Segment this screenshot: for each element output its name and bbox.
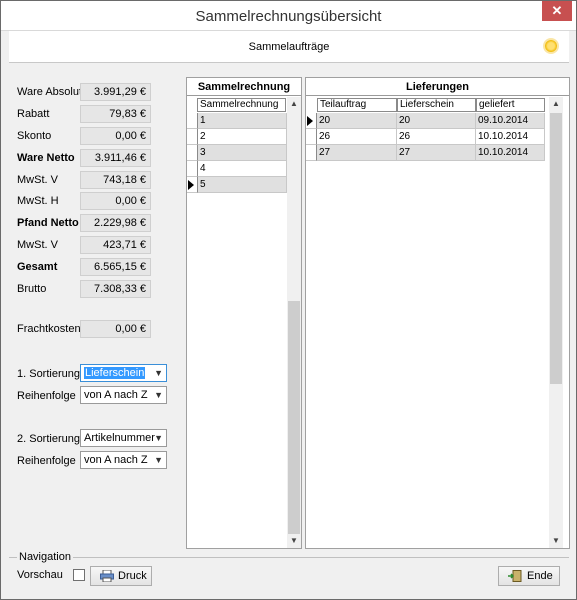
table-cell[interactable]: 09.10.2014 bbox=[476, 113, 545, 129]
banner: Sammelaufträge bbox=[9, 31, 569, 63]
column-header[interactable]: Teilauftrag bbox=[317, 98, 397, 112]
sammelrechnung-scrollbar[interactable]: ▲ ▼ bbox=[287, 97, 301, 548]
summary-value: 743,18 € bbox=[80, 171, 151, 189]
summary-label: MwSt. V bbox=[17, 239, 58, 251]
freight-value: 0,00 € bbox=[80, 320, 151, 338]
preview-label: Vorschau bbox=[17, 569, 63, 581]
sort1-select[interactable]: Lieferschein ▼ bbox=[80, 364, 167, 382]
scroll-thumb[interactable] bbox=[550, 113, 562, 384]
banner-title: Sammelaufträge bbox=[248, 41, 330, 53]
table-row[interactable]: 2 bbox=[198, 129, 287, 145]
table-cell[interactable]: 10.10.2014 bbox=[476, 129, 545, 145]
summary-label: Skonto bbox=[17, 130, 52, 142]
sort2-order-label: Reihenfolge bbox=[17, 455, 76, 467]
summary-value: 2.229,98 € bbox=[80, 214, 151, 232]
lieferungen-scrollbar[interactable]: ▲ ▼ bbox=[549, 97, 563, 548]
sort2-select[interactable]: Artikelnummer ▼ bbox=[80, 429, 167, 447]
lieferungen-panel-title: Lieferungen bbox=[306, 78, 569, 96]
row-selector[interactable] bbox=[187, 113, 198, 129]
sort2-value: Artikelnummer bbox=[84, 432, 155, 444]
sort2-order-value: von A nach Z bbox=[84, 454, 148, 466]
scroll-up-icon[interactable]: ▲ bbox=[287, 97, 301, 111]
row-selector[interactable] bbox=[306, 113, 317, 129]
chevron-down-icon[interactable]: ▼ bbox=[154, 387, 163, 403]
exit-door-icon bbox=[508, 570, 522, 582]
print-button[interactable]: Druck bbox=[90, 566, 152, 586]
close-button[interactable]: ✕ bbox=[542, 1, 572, 21]
summary-label: Brutto bbox=[17, 283, 47, 295]
row-pointer-icon bbox=[188, 180, 194, 190]
preview-checkbox[interactable] bbox=[73, 569, 85, 581]
summary-label: Ware Absolut bbox=[17, 86, 83, 98]
summary-value: 3.911,46 € bbox=[80, 149, 151, 167]
table-cell[interactable]: 26 bbox=[397, 129, 476, 145]
table-cell[interactable]: 27 bbox=[397, 145, 476, 161]
table-cell[interactable]: 10.10.2014 bbox=[476, 145, 545, 161]
table-cell[interactable]: 20 bbox=[317, 113, 397, 129]
navigation-caption: Navigation bbox=[17, 551, 73, 563]
sort1-label: 1. Sortierung bbox=[17, 368, 80, 380]
summary-value: 79,83 € bbox=[80, 105, 151, 123]
summary-value: 0,00 € bbox=[80, 127, 151, 145]
table-cell[interactable]: 20 bbox=[397, 113, 476, 129]
row-selector[interactable] bbox=[306, 129, 317, 145]
table-row[interactable]: 3 bbox=[198, 145, 287, 161]
sort2-order-select[interactable]: von A nach Z ▼ bbox=[80, 451, 167, 469]
sort1-order-label: Reihenfolge bbox=[17, 390, 76, 402]
summary-value: 3.991,29 € bbox=[80, 83, 151, 101]
main-window: Sammelrechnungsübersicht ✕ Sammelaufträg… bbox=[0, 0, 577, 600]
summary-label: MwSt. H bbox=[17, 195, 59, 207]
summary-label: Pfand Netto bbox=[17, 217, 79, 229]
row-selector[interactable] bbox=[187, 129, 198, 145]
freight-label: Frachtkosten bbox=[17, 323, 81, 335]
row-pointer-icon bbox=[307, 116, 313, 126]
title-bar: Sammelrechnungsübersicht ✕ bbox=[1, 1, 576, 31]
table-cell[interactable]: 26 bbox=[317, 129, 397, 145]
summary-label: Rabatt bbox=[17, 108, 50, 120]
summary-label: Ware Netto bbox=[17, 152, 75, 164]
row-selector[interactable] bbox=[306, 145, 317, 161]
scroll-down-icon[interactable]: ▼ bbox=[549, 534, 563, 548]
print-button-label: Druck bbox=[118, 570, 147, 582]
scroll-thumb[interactable] bbox=[288, 301, 300, 534]
chevron-down-icon[interactable]: ▼ bbox=[154, 430, 163, 446]
sort1-order-value: von A nach Z bbox=[84, 389, 148, 401]
sammelrechnung-panel-title: Sammelrechnung bbox=[187, 78, 301, 96]
lieferungen-panel: Lieferungen Teilauftrag Lieferschein gelie… bbox=[305, 77, 570, 549]
sammelrechnung-panel: Sammelrechnung Sammelrechnung 12345 ▲ ▼ bbox=[186, 77, 302, 549]
chevron-down-icon[interactable]: ▼ bbox=[154, 365, 163, 381]
column-header[interactable]: Lieferschein bbox=[397, 98, 476, 112]
summary-value: 7.308,33 € bbox=[80, 280, 151, 298]
table-row[interactable]: 1 bbox=[198, 113, 287, 129]
column-header[interactable]: geliefert bbox=[476, 98, 545, 112]
row-selector[interactable] bbox=[187, 177, 198, 193]
summary-value: 423,71 € bbox=[80, 236, 151, 254]
table-row[interactable]: 5 bbox=[198, 177, 287, 193]
scroll-up-icon[interactable]: ▲ bbox=[549, 97, 563, 111]
summary-label: MwSt. V bbox=[17, 174, 58, 186]
row-selector[interactable] bbox=[187, 161, 198, 177]
table-cell[interactable]: 27 bbox=[317, 145, 397, 161]
exit-button-label: Ende bbox=[527, 570, 553, 582]
summary-value: 6.565,15 € bbox=[80, 258, 151, 276]
printer-icon bbox=[100, 570, 114, 582]
scroll-down-icon[interactable]: ▼ bbox=[287, 534, 301, 548]
chevron-down-icon[interactable]: ▼ bbox=[154, 452, 163, 468]
sort2-label: 2. Sortierung bbox=[17, 433, 80, 445]
row-selector[interactable] bbox=[187, 145, 198, 161]
summary-label: Gesamt bbox=[17, 261, 58, 273]
sun-icon bbox=[545, 40, 557, 52]
sort1-order-select[interactable]: von A nach Z ▼ bbox=[80, 386, 167, 404]
summary-value: 0,00 € bbox=[80, 192, 151, 210]
table-row[interactable]: 4 bbox=[198, 161, 287, 177]
exit-button[interactable]: Ende bbox=[498, 566, 560, 586]
window-title: Sammelrechnungsübersicht bbox=[195, 8, 382, 25]
column-header-sammelrechnung[interactable]: Sammelrechnung bbox=[197, 98, 286, 112]
sort1-value: Lieferschein bbox=[84, 367, 146, 379]
